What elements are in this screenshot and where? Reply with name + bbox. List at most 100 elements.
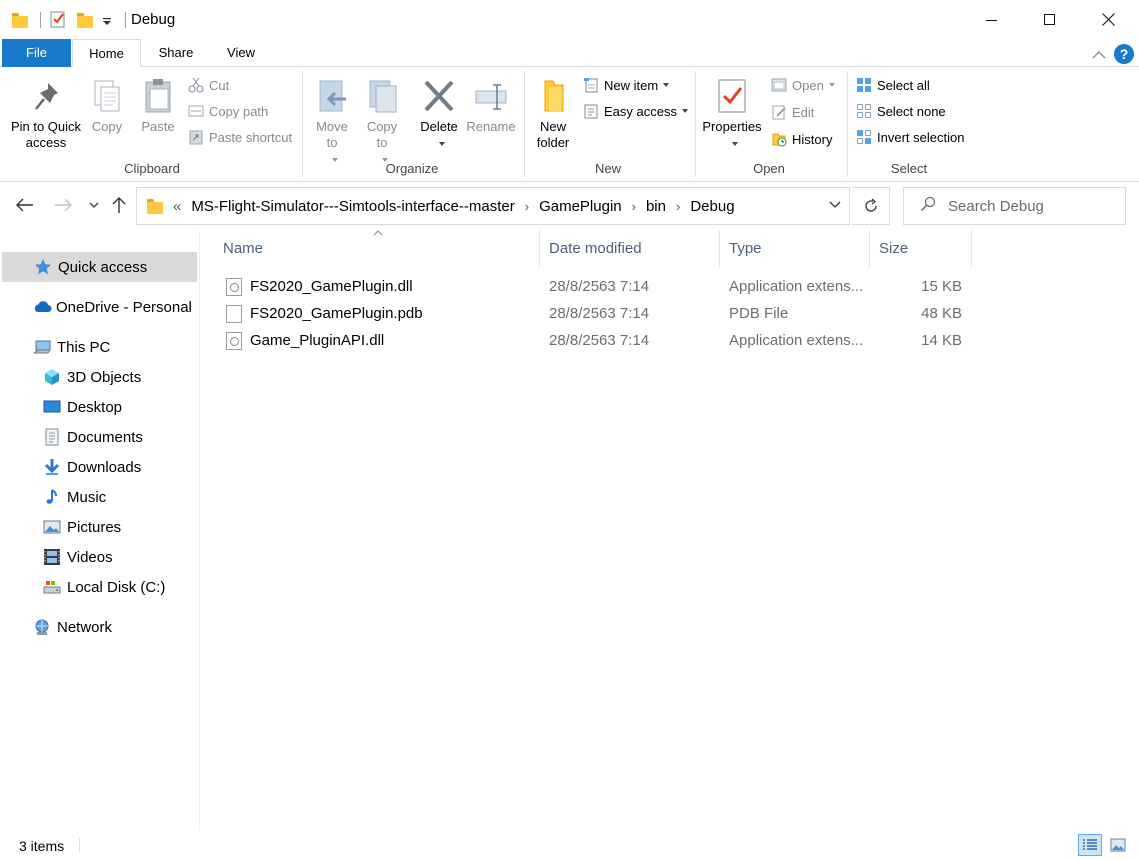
history-button[interactable]: History <box>771 128 832 150</box>
invert-selection-icon <box>856 129 872 145</box>
large-icons-view-icon <box>1110 838 1126 852</box>
tab-home[interactable]: Home <box>72 39 141 68</box>
file-row[interactable]: FS2020_GamePlugin.dll 28/8/2563 7:14 App… <box>214 273 974 300</box>
copy-to-button[interactable]: Copy to <box>360 77 404 167</box>
file-type: PDB File <box>729 305 789 322</box>
easy-access-button[interactable]: Easy access <box>583 100 688 122</box>
new-folder-icon[interactable] <box>75 10 95 30</box>
properties-label: Properties <box>702 119 762 134</box>
help-button[interactable]: ? <box>1114 44 1134 64</box>
sidebar-item-label: 3D Objects <box>67 368 142 386</box>
sidebar-item-3d-objects[interactable]: 3D Objects <box>43 362 141 392</box>
copy-button[interactable]: Copy <box>86 77 128 135</box>
chevron-down-icon <box>828 83 835 87</box>
delete-button[interactable]: Delete <box>416 77 462 151</box>
move-to-button[interactable]: Move to <box>310 77 354 167</box>
sidebar-item-downloads[interactable]: Downloads <box>43 452 141 482</box>
edit-button[interactable]: Edit <box>771 101 814 123</box>
breadcrumb-item[interactable]: bin <box>646 198 666 215</box>
column-header-type[interactable]: Type <box>720 230 870 268</box>
group-label-new: New <box>594 161 621 176</box>
sidebar-item-local-disk[interactable]: Local Disk (C:) <box>43 572 165 602</box>
column-header-date[interactable]: Date modified <box>540 230 720 268</box>
group-divider <box>695 71 696 177</box>
sidebar-item-pictures[interactable]: Pictures <box>43 512 121 542</box>
large-icons-view-button[interactable] <box>1106 834 1130 856</box>
address-dropdown-icon[interactable] <box>829 200 841 212</box>
maximize-button[interactable] <box>1021 0 1079 39</box>
forward-button[interactable] <box>52 194 74 216</box>
computer-icon <box>32 338 51 356</box>
history-label: History <box>792 131 833 147</box>
ribbon: Pin to Quick access Copy Paste Cut Copy … <box>0 67 1139 182</box>
paste-button[interactable]: Paste <box>136 77 180 135</box>
easy-access-label: Easy access <box>604 103 677 119</box>
customize-toolbar-icon[interactable] <box>101 10 113 30</box>
title-bar: Debug <box>0 0 1139 39</box>
column-header-size[interactable]: Size <box>870 230 972 268</box>
open-button[interactable]: Open <box>771 74 835 96</box>
back-button[interactable] <box>14 194 36 216</box>
details-view-button[interactable] <box>1078 834 1102 856</box>
chevron-right-icon[interactable]: › <box>525 199 529 214</box>
chevron-right-icon[interactable]: › <box>632 199 636 214</box>
quick-access-toolbar <box>10 8 134 32</box>
file-type: Application extens... <box>729 332 864 349</box>
breadcrumb-item[interactable]: Debug <box>690 198 734 215</box>
properties-icon[interactable] <box>49 10 69 30</box>
new-folder-button[interactable]: New folder <box>530 77 576 151</box>
scissors-icon <box>188 77 204 93</box>
blank-file-icon <box>226 304 242 323</box>
navigation-bar: « MS-Flight-Simulator---Simtools-interfa… <box>0 182 1139 230</box>
breadcrumb-overflow[interactable]: « <box>173 198 181 215</box>
search-input[interactable] <box>948 197 1118 215</box>
select-none-button[interactable]: Select none <box>856 100 946 122</box>
invert-selection-button[interactable]: Invert selection <box>856 126 964 148</box>
close-button[interactable] <box>1079 0 1137 39</box>
paste-icon <box>140 77 176 117</box>
copy-to-label: Copy to <box>366 119 398 150</box>
up-button[interactable] <box>108 194 130 216</box>
recent-locations-button[interactable] <box>84 194 104 216</box>
sidebar-item-onedrive[interactable]: OneDrive - Personal <box>32 292 192 322</box>
pin-to-quick-access-button[interactable]: Pin to Quick access <box>8 77 84 151</box>
file-row[interactable]: Game_PluginAPI.dll 28/8/2563 7:14 Applic… <box>214 327 974 354</box>
sidebar-item-desktop[interactable]: Desktop <box>43 392 122 422</box>
delete-x-icon <box>421 77 457 117</box>
sidebar-item-videos[interactable]: Videos <box>43 542 113 572</box>
file-type: Application extens... <box>729 278 864 295</box>
paste-shortcut-button[interactable]: Paste shortcut <box>188 126 292 148</box>
cut-button[interactable]: Cut <box>188 74 229 96</box>
sidebar-item-this-pc[interactable]: This PC <box>32 332 110 362</box>
sidebar-item-label: Music <box>67 488 107 506</box>
new-item-button[interactable]: New item <box>583 74 670 96</box>
search-icon <box>920 196 936 216</box>
sidebar-item-quick-access[interactable]: Quick access <box>2 252 197 282</box>
properties-button[interactable]: Properties <box>700 77 764 151</box>
chevron-right-icon[interactable]: › <box>676 199 680 214</box>
tab-file[interactable]: File <box>2 39 71 67</box>
folder-icon <box>10 10 30 30</box>
chevron-down-icon <box>331 157 338 162</box>
column-header-name[interactable]: Name <box>214 230 540 268</box>
sidebar-item-music[interactable]: Music <box>43 482 106 512</box>
sidebar-item-documents[interactable]: Documents <box>43 422 143 452</box>
address-bar[interactable]: « MS-Flight-Simulator---Simtools-interfa… <box>136 187 850 225</box>
file-name-cell: FS2020_GamePlugin.dll <box>226 273 413 300</box>
collapse-ribbon-icon[interactable] <box>1092 47 1106 63</box>
refresh-button[interactable] <box>852 187 890 225</box>
sidebar-item-network[interactable]: Network <box>33 612 112 642</box>
breadcrumb-item[interactable]: GamePlugin <box>539 198 622 215</box>
chevron-down-icon <box>438 141 445 146</box>
search-box[interactable] <box>903 187 1126 225</box>
rename-button[interactable]: Rename <box>466 77 516 135</box>
tab-view[interactable]: View <box>212 39 270 67</box>
copy-path-button[interactable]: Copy path <box>188 100 268 122</box>
file-row[interactable]: FS2020_GamePlugin.pdb 28/8/2563 7:14 PDB… <box>214 300 974 327</box>
cloud-icon <box>32 298 52 316</box>
pin-label: Pin to Quick access <box>10 119 82 150</box>
select-all-button[interactable]: Select all <box>856 74 930 96</box>
tab-share[interactable]: Share <box>147 39 205 67</box>
breadcrumb-item[interactable]: MS-Flight-Simulator---Simtools-interface… <box>191 198 514 215</box>
minimize-button[interactable] <box>963 0 1021 39</box>
